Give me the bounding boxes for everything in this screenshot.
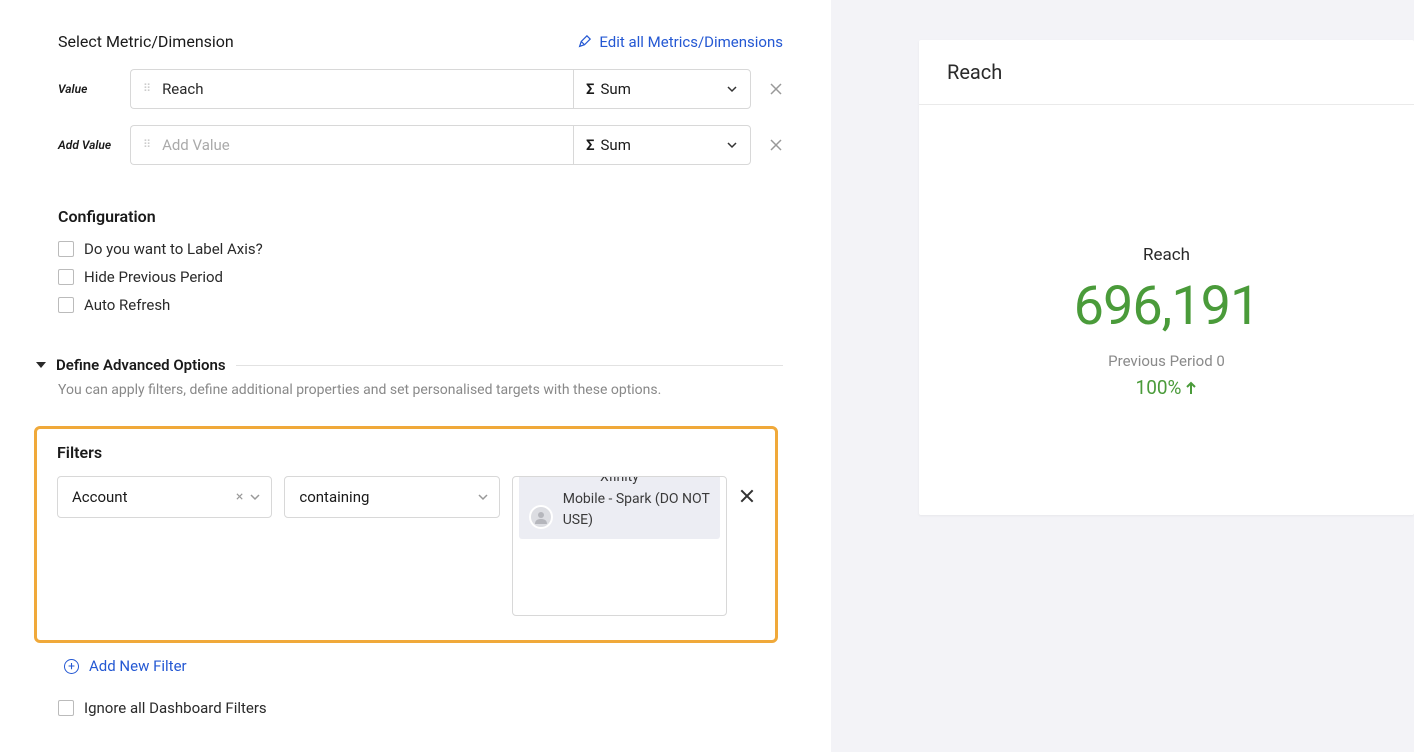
edit-metrics-link[interactable]: Edit all Metrics/Dimensions (578, 33, 783, 51)
advanced-options-title: Define Advanced Options (56, 356, 226, 374)
remove-filter-button[interactable] (739, 488, 755, 504)
label-axis-label: Do you want to Label Axis? (84, 240, 263, 258)
advanced-options-desc: You can apply filters, define additional… (58, 382, 783, 398)
remove-add-value-button[interactable] (769, 138, 783, 152)
account-avatar-icon (529, 505, 553, 529)
filter-row: Account × containing Xfinity (57, 476, 755, 616)
edit-metrics-label: Edit all Metrics/Dimensions (599, 33, 783, 51)
add-filter-label: Add New Filter (89, 657, 187, 675)
auto-refresh-label: Auto Refresh (84, 296, 170, 314)
hide-previous-label: Hide Previous Period (84, 268, 223, 286)
chevron-down-icon (726, 139, 738, 151)
chevron-down-icon (477, 491, 489, 503)
add-value-aggregation-label: Sum (601, 136, 631, 154)
filter-field-value: Account (72, 488, 128, 506)
value-aggregation-select[interactable]: Σ Sum (573, 69, 751, 109)
divider (236, 365, 783, 366)
add-value-input[interactable]: ⠿ Add Value (130, 125, 573, 165)
preview-panel: Reach Reach 696,191 Previous Period 0 10… (831, 0, 1414, 752)
caret-down-icon (36, 362, 46, 368)
sigma-icon: Σ (586, 136, 595, 154)
configuration-heading: Configuration (58, 207, 783, 226)
filter-value-input[interactable]: Xfinity Mobile - Spark (DO NOT USE) (512, 476, 727, 616)
preview-card: Reach Reach 696,191 Previous Period 0 10… (919, 40, 1414, 515)
ignore-dashboard-filters-label: Ignore all Dashboard Filters (84, 699, 267, 717)
clear-field-icon[interactable]: × (236, 489, 243, 505)
config-panel: Select Metric/Dimension Edit all Metrics… (0, 0, 831, 752)
value-row-label: Value (58, 82, 130, 96)
filters-heading: Filters (57, 443, 755, 462)
filter-token-text: Mobile - Spark (DO NOT USE) (563, 489, 710, 531)
add-value-row: Add Value ⠿ Add Value Σ Sum (58, 125, 783, 165)
preview-percent-value: 100% (1136, 376, 1182, 399)
filter-condition-select[interactable]: containing (284, 476, 499, 518)
hide-previous-checkbox[interactable] (58, 269, 74, 285)
pencil-icon (578, 35, 591, 48)
auto-refresh-checkbox[interactable] (58, 297, 74, 313)
preview-title: Reach (919, 40, 1414, 105)
plus-circle-icon: + (64, 659, 79, 674)
arrow-up-icon (1185, 381, 1197, 395)
value-row: Value ⠿ Reach Σ Sum (58, 69, 783, 109)
ignore-dashboard-filters-checkbox[interactable] (58, 700, 74, 716)
preview-metric-name: Reach (919, 245, 1414, 265)
add-filter-button[interactable]: + Add New Filter (64, 657, 187, 675)
filter-field-select[interactable]: Account × (57, 476, 272, 518)
filters-highlight-box: Filters Account × containing Xfinity (34, 426, 778, 643)
advanced-options-toggle[interactable]: Define Advanced Options (36, 356, 783, 374)
add-value-placeholder: Add Value (162, 136, 230, 154)
filter-condition-value: containing (299, 488, 369, 506)
sigma-icon: Σ (586, 80, 595, 98)
preview-metric-value: 696,191 (919, 275, 1414, 338)
add-value-row-label: Add Value (58, 138, 130, 152)
filter-token-truncated-text: Xfinity (529, 476, 710, 485)
drag-handle-icon[interactable]: ⠿ (143, 87, 152, 91)
section-title: Select Metric/Dimension (58, 32, 234, 51)
add-value-aggregation-select[interactable]: Σ Sum (573, 125, 751, 165)
remove-value-button[interactable] (769, 82, 783, 96)
chevron-down-icon (249, 491, 261, 503)
value-aggregation-label: Sum (601, 80, 631, 98)
preview-previous-period: Previous Period 0 (919, 352, 1414, 370)
value-input[interactable]: ⠿ Reach (130, 69, 573, 109)
filter-token[interactable]: Xfinity Mobile - Spark (DO NOT USE) (519, 476, 720, 539)
preview-percent-change: 100% (1136, 376, 1198, 399)
value-input-text: Reach (162, 80, 203, 98)
drag-handle-icon[interactable]: ⠿ (143, 143, 152, 147)
label-axis-checkbox[interactable] (58, 241, 74, 257)
chevron-down-icon (726, 83, 738, 95)
